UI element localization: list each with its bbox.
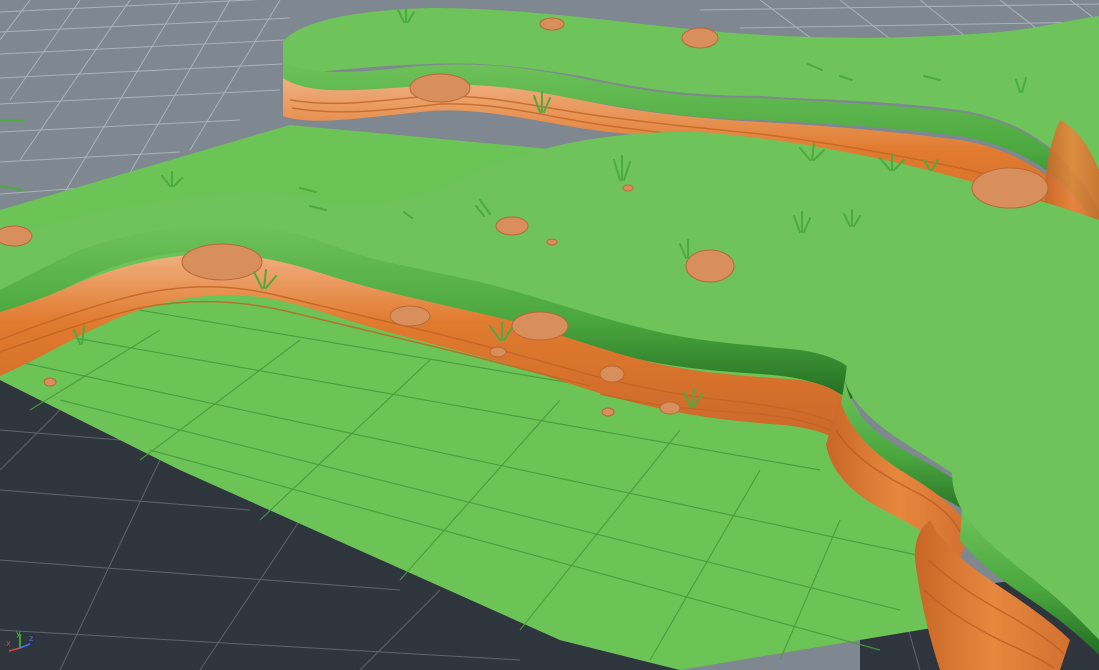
axis-z-label: z [29, 634, 34, 643]
axis-gizmo-icon: x y z [4, 630, 38, 664]
axis-x-label: x [6, 639, 11, 648]
3d-viewport[interactable]: x y z [0, 0, 1099, 670]
axis-y-label: y [16, 629, 21, 638]
scene-canvas[interactable] [0, 0, 1099, 670]
